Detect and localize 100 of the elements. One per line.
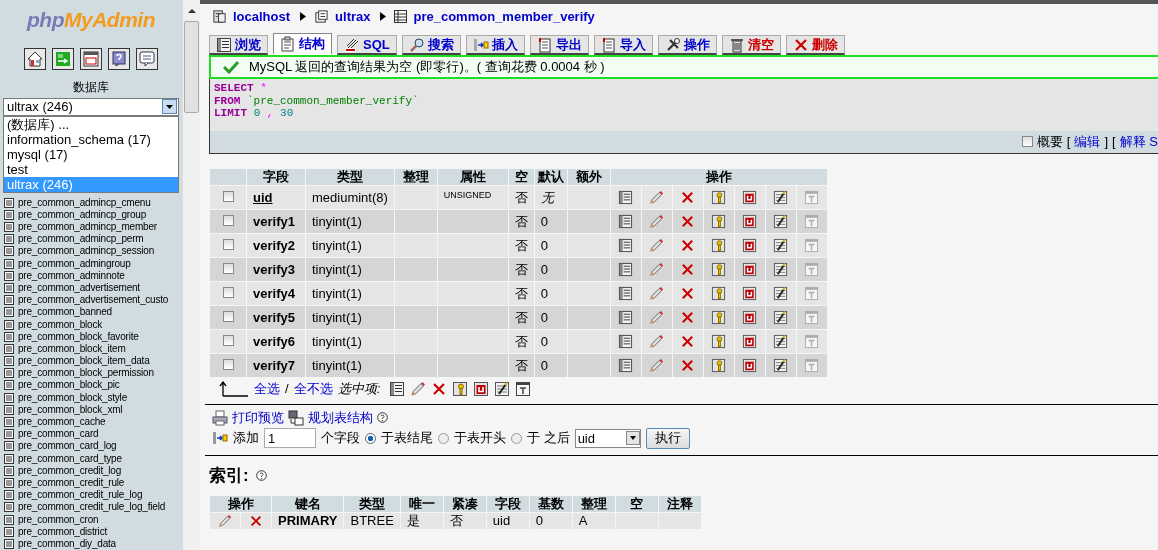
table-link[interactable]: pre_common_card_log [18, 440, 117, 453]
table-link[interactable]: pre_common_district [18, 525, 107, 538]
query-window-button[interactable] [80, 48, 103, 70]
table-link[interactable]: pre_common_cache [18, 416, 106, 429]
table-icon[interactable] [4, 380, 14, 391]
table-link[interactable]: pre_common_admincp_perm [18, 233, 144, 246]
delete-icon[interactable] [680, 358, 696, 374]
table-link[interactable]: pre_common_block_style [18, 391, 127, 404]
row-checkbox[interactable] [222, 238, 234, 250]
table-icon[interactable] [4, 514, 14, 525]
table-icon[interactable] [4, 538, 14, 549]
radio-button[interactable] [438, 432, 449, 444]
table-icon[interactable] [4, 282, 14, 293]
table-link[interactable]: pre_common_block [18, 318, 103, 331]
table-icon[interactable] [4, 197, 14, 208]
tab[interactable]: 导入 [593, 35, 653, 55]
unique-icon[interactable] [742, 262, 758, 278]
row-checkbox[interactable] [222, 334, 234, 346]
unique-icon[interactable] [742, 358, 758, 374]
pencil-icon[interactable] [649, 286, 665, 302]
unique-icon[interactable] [473, 380, 490, 397]
table-icon[interactable] [4, 453, 14, 464]
table-icon[interactable] [4, 417, 14, 428]
table-icon[interactable] [4, 477, 14, 488]
table-icon[interactable] [4, 319, 14, 330]
tab[interactable]: 搜索 [401, 35, 461, 55]
table-link[interactable]: pre_common_credit_rule_log_field [18, 501, 166, 514]
index-icon[interactable] [494, 380, 511, 397]
dropdown-option[interactable]: (数据库) ... [4, 116, 179, 132]
pencil-icon[interactable] [649, 214, 665, 230]
breadcrumb-link[interactable]: pre_common_member_verify [413, 8, 595, 24]
key-icon[interactable] [711, 358, 727, 374]
table-icon[interactable] [4, 392, 14, 403]
key-icon[interactable] [711, 214, 727, 230]
option-link[interactable]: 编辑 [1074, 132, 1101, 151]
unique-icon[interactable] [742, 214, 758, 230]
exit-button[interactable] [52, 48, 75, 70]
table-link[interactable]: pre_common_credit_rule [18, 476, 125, 489]
index-icon[interactable] [773, 214, 789, 230]
unique-icon[interactable] [742, 238, 758, 254]
row-checkbox[interactable] [222, 310, 234, 322]
table-icon[interactable] [4, 526, 14, 537]
table-link[interactable]: pre_common_block_item_data [18, 355, 150, 368]
index-icon[interactable] [773, 262, 789, 278]
radio-button[interactable] [365, 432, 376, 444]
table-link[interactable]: pre_common_admincp_group [18, 208, 147, 221]
table-link[interactable]: pre_common_diy_data [18, 537, 116, 550]
table-icon[interactable] [4, 331, 14, 342]
key-icon[interactable] [711, 238, 727, 254]
table-icon[interactable] [4, 295, 14, 306]
key-icon[interactable] [711, 262, 727, 278]
index-icon[interactable] [773, 190, 789, 206]
table-icon[interactable] [4, 209, 14, 220]
help-icon[interactable] [377, 412, 388, 423]
table-link[interactable]: pre_common_adminnote [18, 269, 125, 282]
delete-icon[interactable] [431, 380, 448, 397]
action-link[interactable]: 打印预览 [232, 408, 284, 427]
index-icon[interactable] [773, 310, 789, 326]
table-link[interactable]: pre_common_cron [18, 513, 99, 526]
table-link[interactable]: pre_common_admingroup [18, 257, 131, 270]
table-icon[interactable] [4, 356, 14, 367]
delete-icon[interactable] [680, 310, 696, 326]
tab[interactable]: 操作 [657, 35, 717, 55]
home-button[interactable] [24, 48, 47, 70]
uncheck-all-link[interactable]: 全不选 [293, 379, 333, 398]
key-icon[interactable] [452, 380, 469, 397]
field-select[interactable]: uid [574, 428, 641, 448]
table-link[interactable]: pre_common_advertisement [18, 281, 140, 294]
breadcrumb-link[interactable]: localhost [233, 8, 291, 24]
key-icon[interactable] [711, 190, 727, 206]
table-icon[interactable] [4, 368, 14, 379]
delete-icon[interactable] [680, 334, 696, 350]
delete-icon[interactable] [680, 286, 696, 302]
sql-button[interactable] [136, 48, 159, 70]
database-select[interactable]: ultrax (246) [3, 98, 180, 116]
table-link[interactable]: pre_common_credit_rule_log [18, 489, 143, 502]
delete-icon[interactable] [249, 514, 263, 529]
dropdown-option[interactable]: information_schema (17) [4, 131, 179, 147]
delete-icon[interactable] [680, 190, 696, 206]
tab[interactable]: 删除 [785, 35, 845, 55]
radio-button[interactable] [511, 432, 522, 444]
table-link[interactable]: pre_common_block_xml [18, 403, 123, 416]
table-link[interactable]: pre_common_admincp_member [18, 221, 157, 234]
list-icon[interactable] [618, 262, 634, 278]
checkbox[interactable] [1021, 136, 1033, 147]
scrollbar[interactable] [182, 0, 200, 550]
table-link[interactable]: pre_common_admincp_session [18, 245, 154, 258]
table-link[interactable]: pre_common_card_type [18, 452, 122, 465]
help-button[interactable] [108, 48, 131, 70]
index-icon[interactable] [773, 238, 789, 254]
delete-icon[interactable] [680, 238, 696, 254]
unique-icon[interactable] [742, 334, 758, 350]
list-icon[interactable] [618, 286, 634, 302]
key-icon[interactable] [711, 310, 727, 326]
table-icon[interactable] [4, 490, 14, 501]
table-link[interactable]: pre_common_banned [18, 306, 112, 319]
table-icon[interactable] [4, 343, 14, 354]
list-icon[interactable] [618, 190, 634, 206]
delete-icon[interactable] [680, 214, 696, 230]
breadcrumb-link[interactable]: ultrax [335, 8, 371, 24]
